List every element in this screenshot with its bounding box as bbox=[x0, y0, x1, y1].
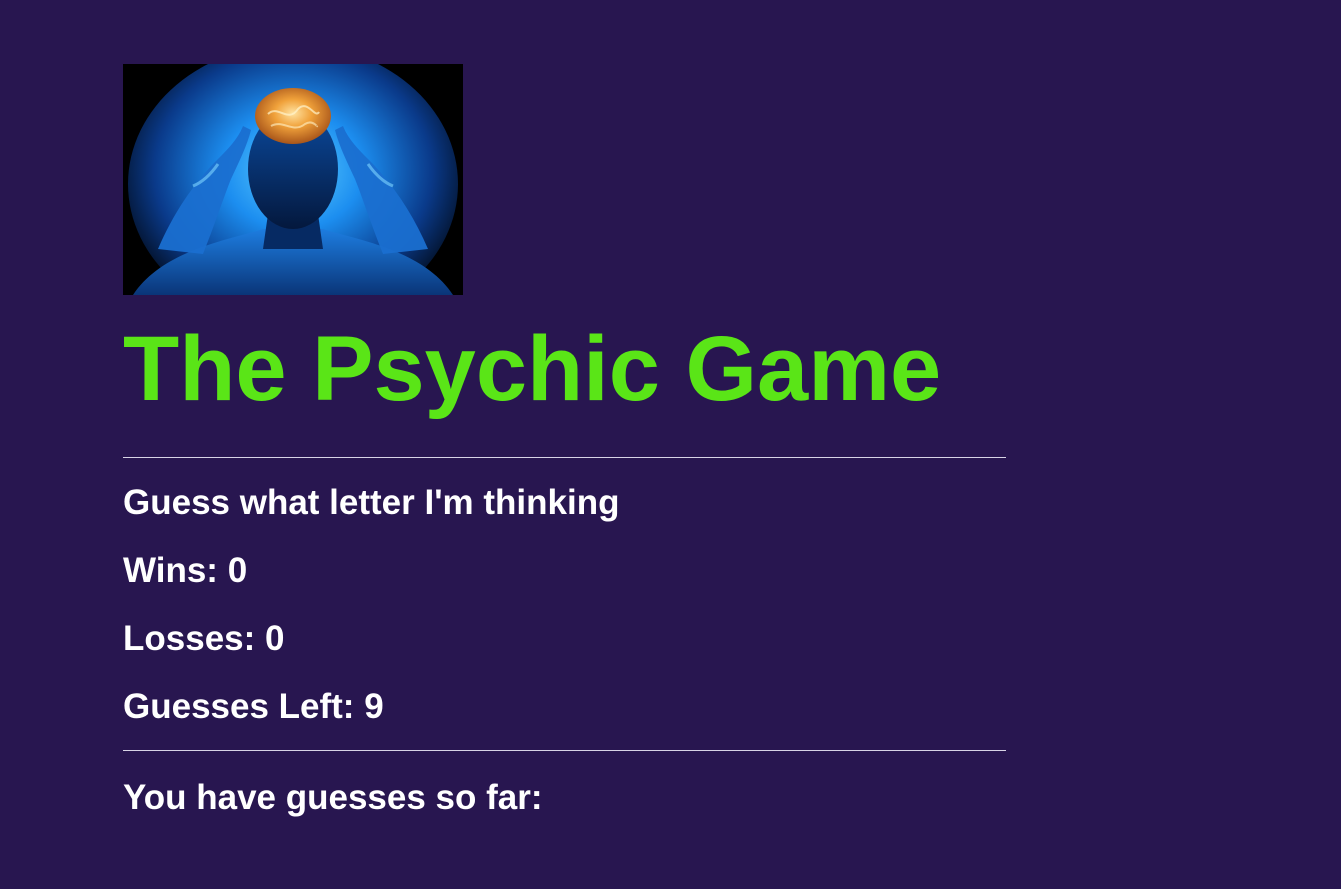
losses-counter: Losses: 0 bbox=[123, 621, 1006, 656]
guesses-so-far: You have guesses so far: bbox=[123, 780, 1006, 815]
guesses-left-value: 9 bbox=[364, 687, 384, 726]
game-container: The Psychic Game Guess what letter I'm t… bbox=[123, 64, 1006, 815]
glowing-brain-head-icon bbox=[123, 64, 463, 295]
top-divider bbox=[123, 457, 1006, 458]
psychic-brain-image bbox=[123, 64, 463, 295]
wins-label: Wins: bbox=[123, 551, 228, 590]
game-title: The Psychic Game bbox=[123, 318, 942, 420]
losses-label: Losses: bbox=[123, 619, 265, 658]
game-prompt: Guess what letter I'm thinking bbox=[123, 483, 620, 522]
bottom-divider bbox=[123, 750, 1006, 751]
wins-counter: Wins: 0 bbox=[123, 553, 1006, 588]
guesses-so-far-label: You have guesses so far: bbox=[123, 778, 543, 817]
wins-value: 0 bbox=[227, 551, 248, 590]
guesses-left-counter: Guesses Left: 9 bbox=[123, 689, 1006, 724]
guesses-left-label: Guesses Left: bbox=[123, 687, 365, 726]
losses-value: 0 bbox=[265, 619, 285, 658]
